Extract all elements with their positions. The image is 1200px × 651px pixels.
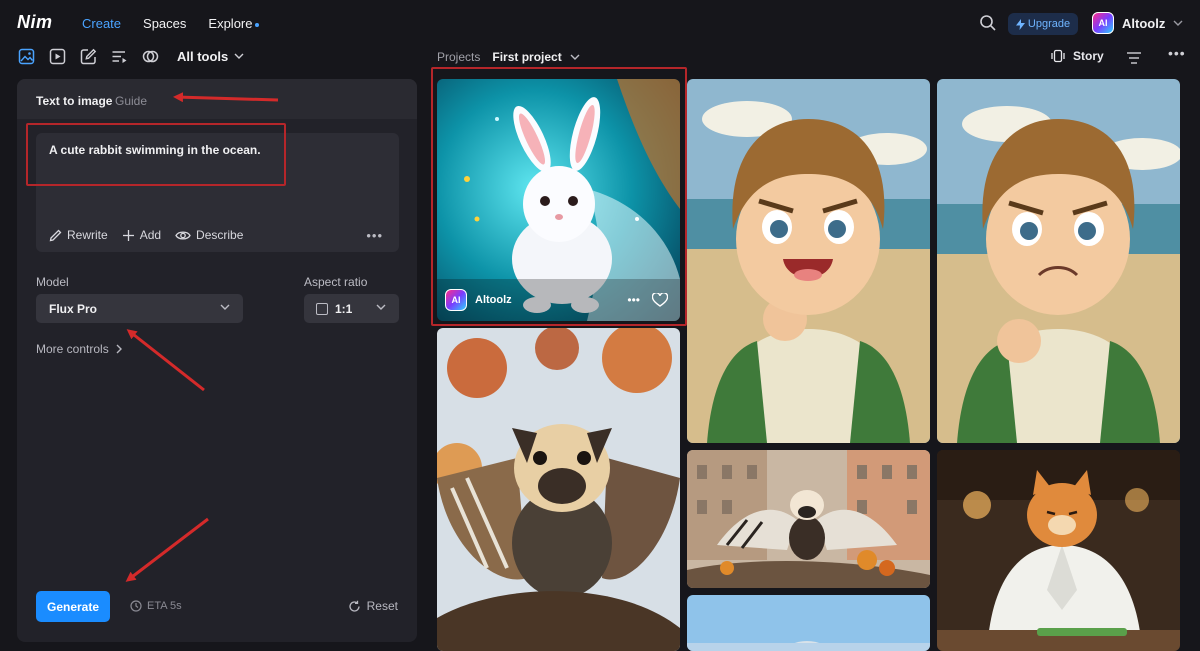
card-actions: ••• [627, 293, 668, 307]
gallery-card[interactable] [687, 450, 930, 588]
winged-pug-city-image [687, 450, 930, 588]
project-name: First project [492, 50, 562, 64]
building-sky-image [687, 595, 930, 651]
rabbit-image [437, 79, 680, 321]
story-label: Story [1073, 49, 1104, 63]
story-button[interactable]: Story [1051, 49, 1104, 63]
breadcrumb-projects[interactable]: Projects [437, 50, 480, 64]
card-author[interactable]: AI Altoolz [445, 289, 512, 311]
winged-pug-image [437, 328, 680, 651]
boy-frowning-image [937, 79, 1180, 443]
avatar: AI [445, 289, 467, 311]
cat-chef-image [937, 450, 1180, 651]
more-options-icon[interactable]: ••• [1168, 45, 1186, 61]
more-options-icon[interactable]: ••• [627, 293, 640, 307]
arrow-to-generate [125, 517, 209, 582]
gallery-card[interactable] [687, 595, 930, 651]
gallery-card[interactable] [437, 328, 680, 651]
breadcrumb: Projects First project [437, 50, 580, 64]
story-icon [1051, 49, 1065, 63]
card-footer: AI Altoolz ••• [445, 289, 668, 311]
arrow-to-title [173, 92, 279, 103]
gallery-card[interactable] [937, 450, 1180, 651]
arrow-to-model [126, 329, 205, 392]
heart-icon[interactable] [652, 293, 668, 307]
boy-shouting-image [687, 79, 930, 443]
gallery-card[interactable] [937, 79, 1180, 443]
filter-list-icon[interactable] [1126, 51, 1142, 65]
gallery-card[interactable]: AI Altoolz ••• [437, 79, 680, 321]
gallery-card[interactable] [687, 79, 930, 443]
chevron-down-icon [570, 54, 580, 60]
card-author-name: Altoolz [475, 294, 512, 306]
project-selector[interactable]: First project [492, 50, 580, 64]
